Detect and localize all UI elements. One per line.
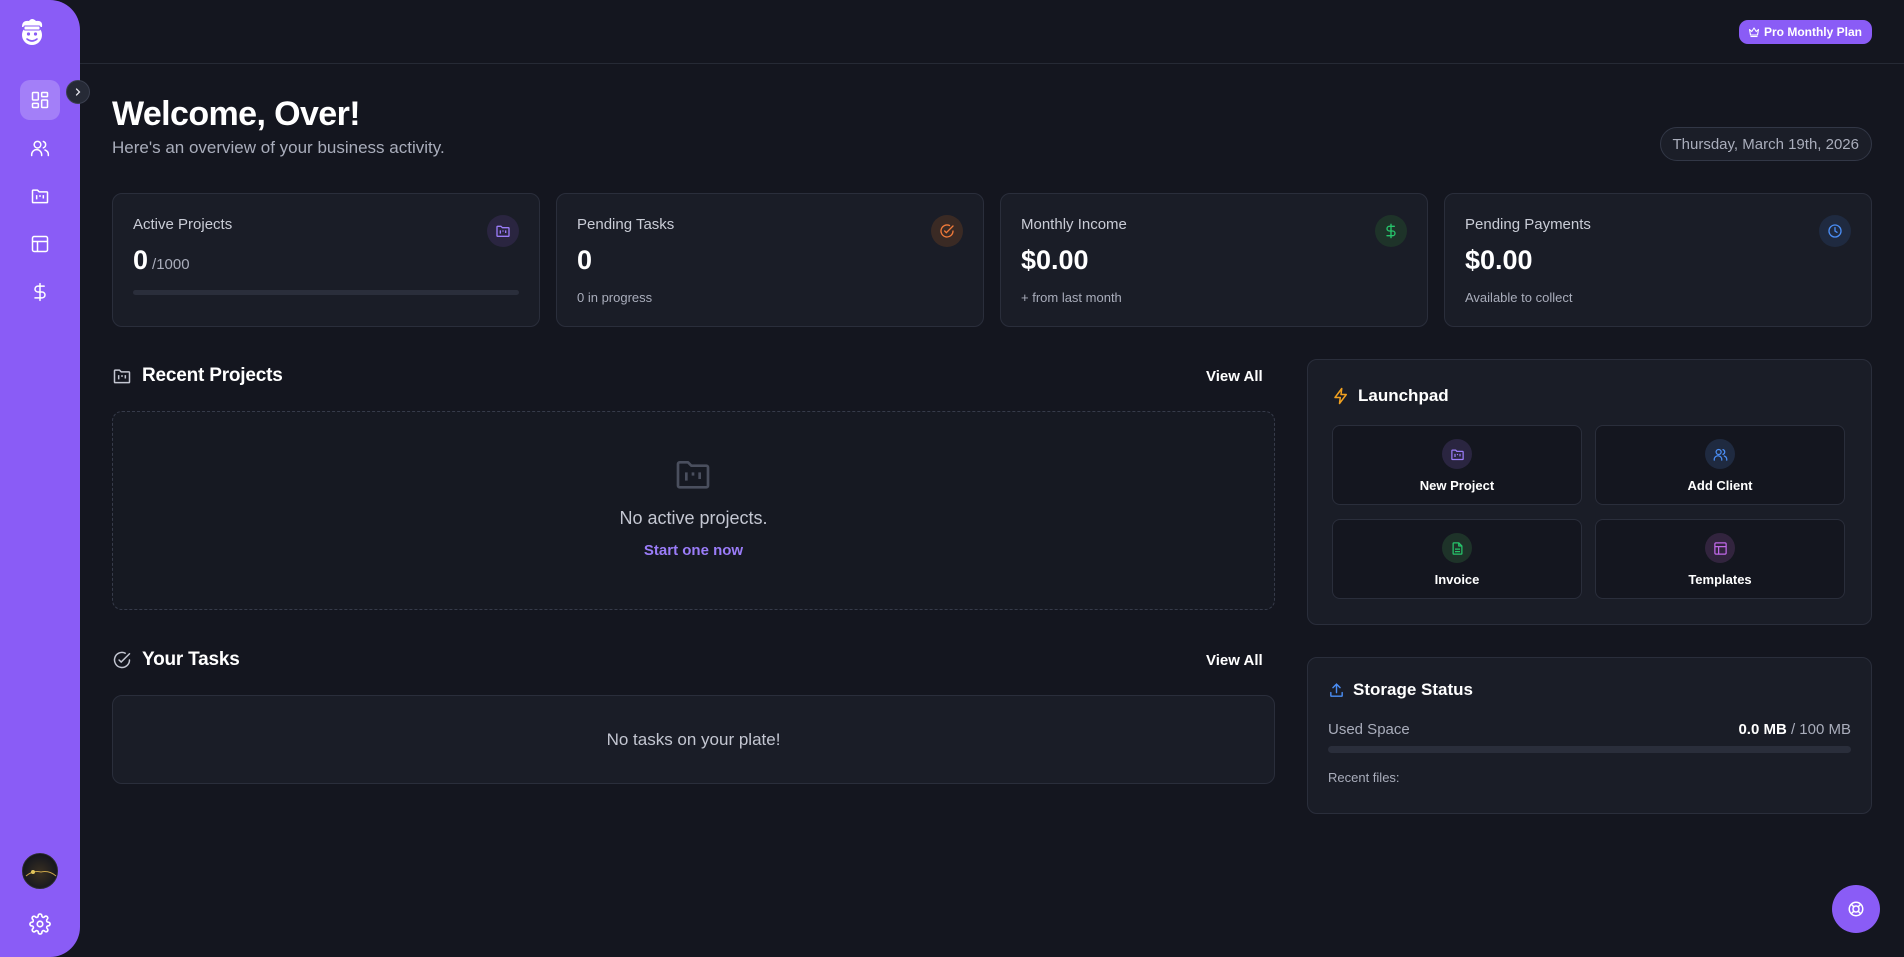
section-title: Recent Projects [142,365,283,386]
welcome-header: Welcome, Over! Here's an overview of you… [112,95,445,158]
page-title: Welcome, Over! [112,95,361,133]
stat-label: Pending Tasks [577,216,675,233]
check-circle-icon [931,215,963,247]
empty-projects-message: No active projects. [619,508,768,528]
sidebar-item-templates[interactable] [20,224,60,264]
recent-files-label: Recent files: [1328,770,1400,785]
settings-gear-icon[interactable] [29,913,51,935]
storage-progress-bar [1328,746,1851,753]
plan-badge[interactable]: Pro Monthly Plan [1738,20,1872,44]
tile-label: New Project [1419,478,1495,493]
sidebar [0,0,80,957]
stat-sub: 0 in progress [577,290,653,305]
launchpad-title: Launchpad [1332,386,1449,406]
launchpad-panel: Launchpad New Project Add Client Invoice… [1307,359,1872,625]
stat-value: $0.00 [1465,245,1533,275]
stat-value: $0.00 [1021,245,1089,275]
topbar: Pro Monthly Plan [80,0,1904,64]
date-pill: Thursday, March 19th, 2026 [1659,127,1872,161]
sidebar-collapse-button[interactable] [66,80,90,104]
plan-badge-label: Pro Monthly Plan [1763,25,1862,39]
stat-value-number: 0 [133,245,149,275]
storage-title-text: Storage Status [1353,680,1473,699]
stat-sub: Available to collect [1465,290,1573,305]
dollar-icon [34,282,46,302]
tasks-empty-state: No tasks on your plate! [112,695,1275,784]
chef-mascot-logo-icon[interactable] [16,16,48,48]
launchpad-title-text: Launchpad [1358,386,1449,405]
launchpad-new-project-button[interactable]: New Project [1332,425,1582,505]
stat-label: Monthly Income [1021,216,1127,233]
stat-value-suffix: /1000 [152,256,190,273]
dollar-icon [1375,215,1407,247]
storage-panel: Storage Status Used Space 0.0 MB / 100 M… [1307,657,1872,814]
active-projects-progress-bar [133,290,519,295]
sidebar-item-projects[interactable] [20,176,60,216]
stat-value: 0/1000 [133,245,190,276]
tile-label: Templates [1688,572,1752,587]
users-icon [30,140,50,157]
recent-projects-empty-state: No active projects. Start one now [112,411,1275,610]
check-circle-icon [113,651,131,669]
tile-label: Add Client [1687,478,1753,493]
upload-icon [1330,682,1343,697]
folder-icon [487,215,519,247]
folder-icon [1442,439,1472,469]
help-support-button[interactable] [1832,885,1880,933]
page-subtitle: Here's an overview of your business acti… [112,138,445,157]
folder-icon [676,461,710,489]
stat-value: 0 [577,245,593,275]
users-icon [1705,439,1735,469]
templates-icon [31,235,49,253]
used-space-label: Used Space [1328,721,1410,738]
chevron-right-icon [75,88,81,96]
sidebar-item-dashboard[interactable] [20,80,60,120]
start-project-link[interactable]: Start one now [113,542,1274,559]
stat-card-pending-tasks: Pending Tasks 0 0 in progress [556,193,984,327]
stat-label: Active Projects [133,216,233,233]
stat-sub: + from last month [1021,290,1122,305]
stat-card-monthly-income: Monthly Income $0.00 + from last month [1000,193,1428,327]
recent-projects-view-all-link[interactable]: View All [1206,368,1263,385]
stat-card-pending-payments: Pending Payments $0.00 Available to coll… [1444,193,1872,327]
tasks-header: Your Tasks [112,649,240,671]
projects-folder-icon [31,189,49,204]
crown-icon [1748,27,1760,38]
stat-card-active-projects: Active Projects 0/1000 [112,193,540,327]
section-title: Your Tasks [142,649,240,670]
storage-title: Storage Status [1328,680,1473,700]
lifebuoy-icon [1848,901,1864,917]
lightning-icon [1334,387,1347,405]
projects-folder-icon [113,369,131,384]
used-space-value: 0.0 MB / 100 MB [1738,721,1851,738]
launchpad-add-client-button[interactable]: Add Client [1595,425,1845,505]
total-space-amount: / 100 MB [1790,721,1851,738]
sidebar-item-finance[interactable] [20,272,60,312]
dashboard-icon [31,91,49,109]
empty-tasks-message: No tasks on your plate! [606,729,781,749]
layout-icon [1705,533,1735,563]
launchpad-invoice-button[interactable]: Invoice [1332,519,1582,599]
avatar[interactable] [22,853,58,889]
stat-label: Pending Payments [1465,216,1591,233]
document-icon [1442,533,1472,563]
recent-projects-header: Recent Projects [112,365,283,387]
clock-icon [1819,215,1851,247]
tile-label: Invoice [1434,572,1480,587]
launchpad-templates-button[interactable]: Templates [1595,519,1845,599]
used-space-amount: 0.0 MB [1738,721,1787,738]
tasks-view-all-link[interactable]: View All [1206,652,1263,669]
sidebar-item-clients[interactable] [20,128,60,168]
